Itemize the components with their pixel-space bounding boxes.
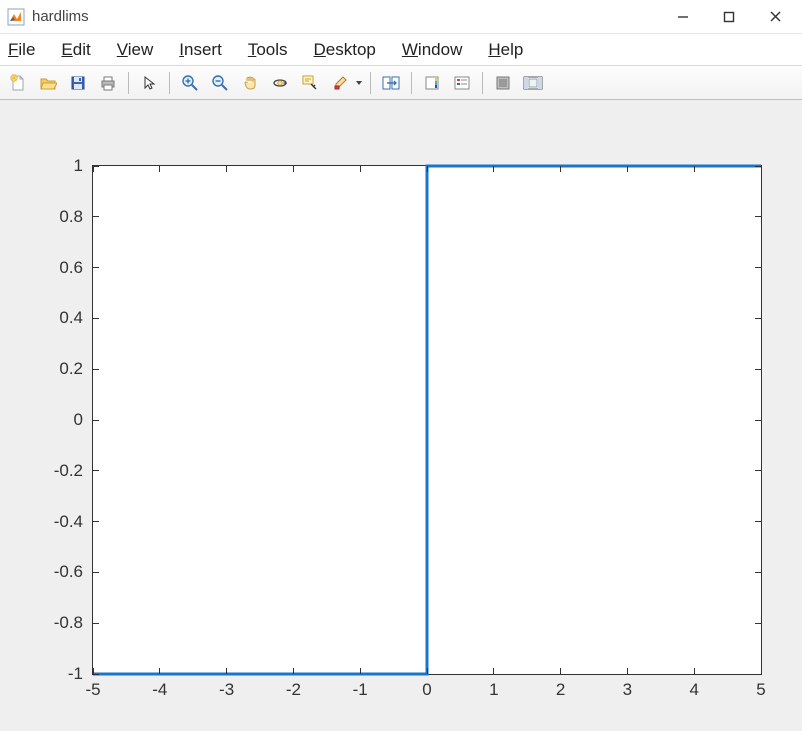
matlab-icon	[6, 7, 26, 27]
toolbar-separator	[169, 72, 170, 94]
brush-dropdown[interactable]	[354, 70, 364, 96]
y-tick-label: 0.6	[59, 258, 83, 278]
x-tick-label: 3	[623, 680, 632, 700]
y-tick-label: 0	[74, 410, 83, 430]
y-tick-label: -0.8	[54, 613, 83, 633]
rotate-3d-button[interactable]	[266, 70, 294, 96]
toolbar	[0, 66, 802, 100]
titlebar: hardlims	[0, 0, 802, 34]
menu-tools[interactable]: Tools	[246, 38, 290, 62]
data-line	[93, 166, 761, 674]
y-tick-label: -1	[68, 664, 83, 684]
toolbar-separator	[411, 72, 412, 94]
y-tick-label: 1	[74, 156, 83, 176]
save-button[interactable]	[64, 70, 92, 96]
x-tick-label: -2	[286, 680, 301, 700]
pointer-button[interactable]	[135, 70, 163, 96]
x-tick-label: 1	[489, 680, 498, 700]
menu-view[interactable]: View	[115, 38, 156, 62]
y-tick-label: -0.4	[54, 512, 83, 532]
new-figure-button[interactable]	[4, 70, 32, 96]
zoom-out-button[interactable]	[206, 70, 234, 96]
minimize-button[interactable]	[660, 1, 706, 33]
insert-legend-button[interactable]	[448, 70, 476, 96]
y-tick-label: -0.2	[54, 461, 83, 481]
y-tick-label: 0.4	[59, 308, 83, 328]
hide-plot-tools-button[interactable]	[489, 70, 517, 96]
x-tick-label: -5	[85, 680, 100, 700]
insert-colorbar-button[interactable]	[418, 70, 446, 96]
y-tick-label: 0.2	[59, 359, 83, 379]
menubar: File Edit View Insert Tools Desktop Wind…	[0, 34, 802, 66]
x-tick-label: 0	[422, 680, 431, 700]
x-tick-label: -1	[353, 680, 368, 700]
plot-canvas	[93, 166, 761, 674]
x-tick-label: 5	[756, 680, 765, 700]
zoom-in-button[interactable]	[176, 70, 204, 96]
menu-desktop[interactable]: Desktop	[312, 38, 378, 62]
menu-edit[interactable]: Edit	[59, 38, 92, 62]
data-cursor-button[interactable]	[296, 70, 324, 96]
x-tick-label: 4	[689, 680, 698, 700]
menu-insert[interactable]: Insert	[177, 38, 224, 62]
window-buttons	[660, 1, 798, 33]
menu-file[interactable]: File	[6, 38, 37, 62]
show-plot-tools-button[interactable]	[519, 70, 547, 96]
toolbar-separator	[370, 72, 371, 94]
x-tick-label: -4	[152, 680, 167, 700]
link-plot-button[interactable]	[377, 70, 405, 96]
brush-button[interactable]	[326, 70, 354, 96]
close-button[interactable]	[752, 1, 798, 33]
window-title: hardlims	[32, 8, 89, 25]
pan-button[interactable]	[236, 70, 264, 96]
x-tick-label: 2	[556, 680, 565, 700]
toolbar-separator	[482, 72, 483, 94]
maximize-button[interactable]	[706, 1, 752, 33]
x-tick-label: -3	[219, 680, 234, 700]
menu-help[interactable]: Help	[486, 38, 525, 62]
plot-axes[interactable]: -1-0.8-0.6-0.4-0.200.20.40.60.81-5-4-3-2…	[92, 165, 762, 675]
y-tick-label: -0.6	[54, 562, 83, 582]
print-button[interactable]	[94, 70, 122, 96]
toolbar-separator	[128, 72, 129, 94]
open-button[interactable]	[34, 70, 62, 96]
y-tick-label: 0.8	[59, 207, 83, 227]
menu-window[interactable]: Window	[400, 38, 464, 62]
